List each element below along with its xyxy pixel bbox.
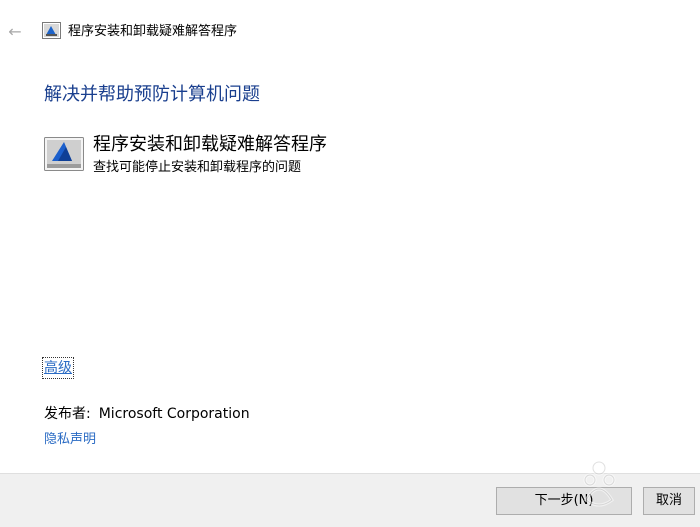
window-title: 程序安装和卸载疑难解答程序 bbox=[68, 24, 238, 39]
title-bar: ← 程序安装和卸载疑难解答程序 bbox=[0, 0, 700, 64]
publisher-info: 发布者: Microsoft Corporation bbox=[44, 404, 250, 424]
page-heading: 解决并帮助预防计算机问题 bbox=[44, 84, 260, 105]
publisher-value: Microsoft Corporation bbox=[98, 406, 250, 422]
tool-title[interactable]: 程序安装和卸载疑难解答程序 bbox=[93, 132, 327, 158]
program-install-uninstall-icon bbox=[44, 137, 84, 171]
publisher-label: 发布者: bbox=[44, 406, 91, 422]
footer-bar: 下一步(N) 取消 bbox=[0, 473, 700, 527]
cancel-button[interactable]: 取消 bbox=[643, 487, 695, 515]
advanced-link[interactable]: 高级 bbox=[42, 357, 74, 379]
back-arrow-icon[interactable]: ← bbox=[5, 22, 25, 42]
troubleshooter-icon bbox=[42, 22, 61, 39]
privacy-statement-link[interactable]: 隐私声明 bbox=[44, 431, 96, 449]
next-button[interactable]: 下一步(N) bbox=[496, 487, 632, 515]
tool-description: 查找可能停止安装和卸载程序的问题 bbox=[93, 160, 302, 175]
